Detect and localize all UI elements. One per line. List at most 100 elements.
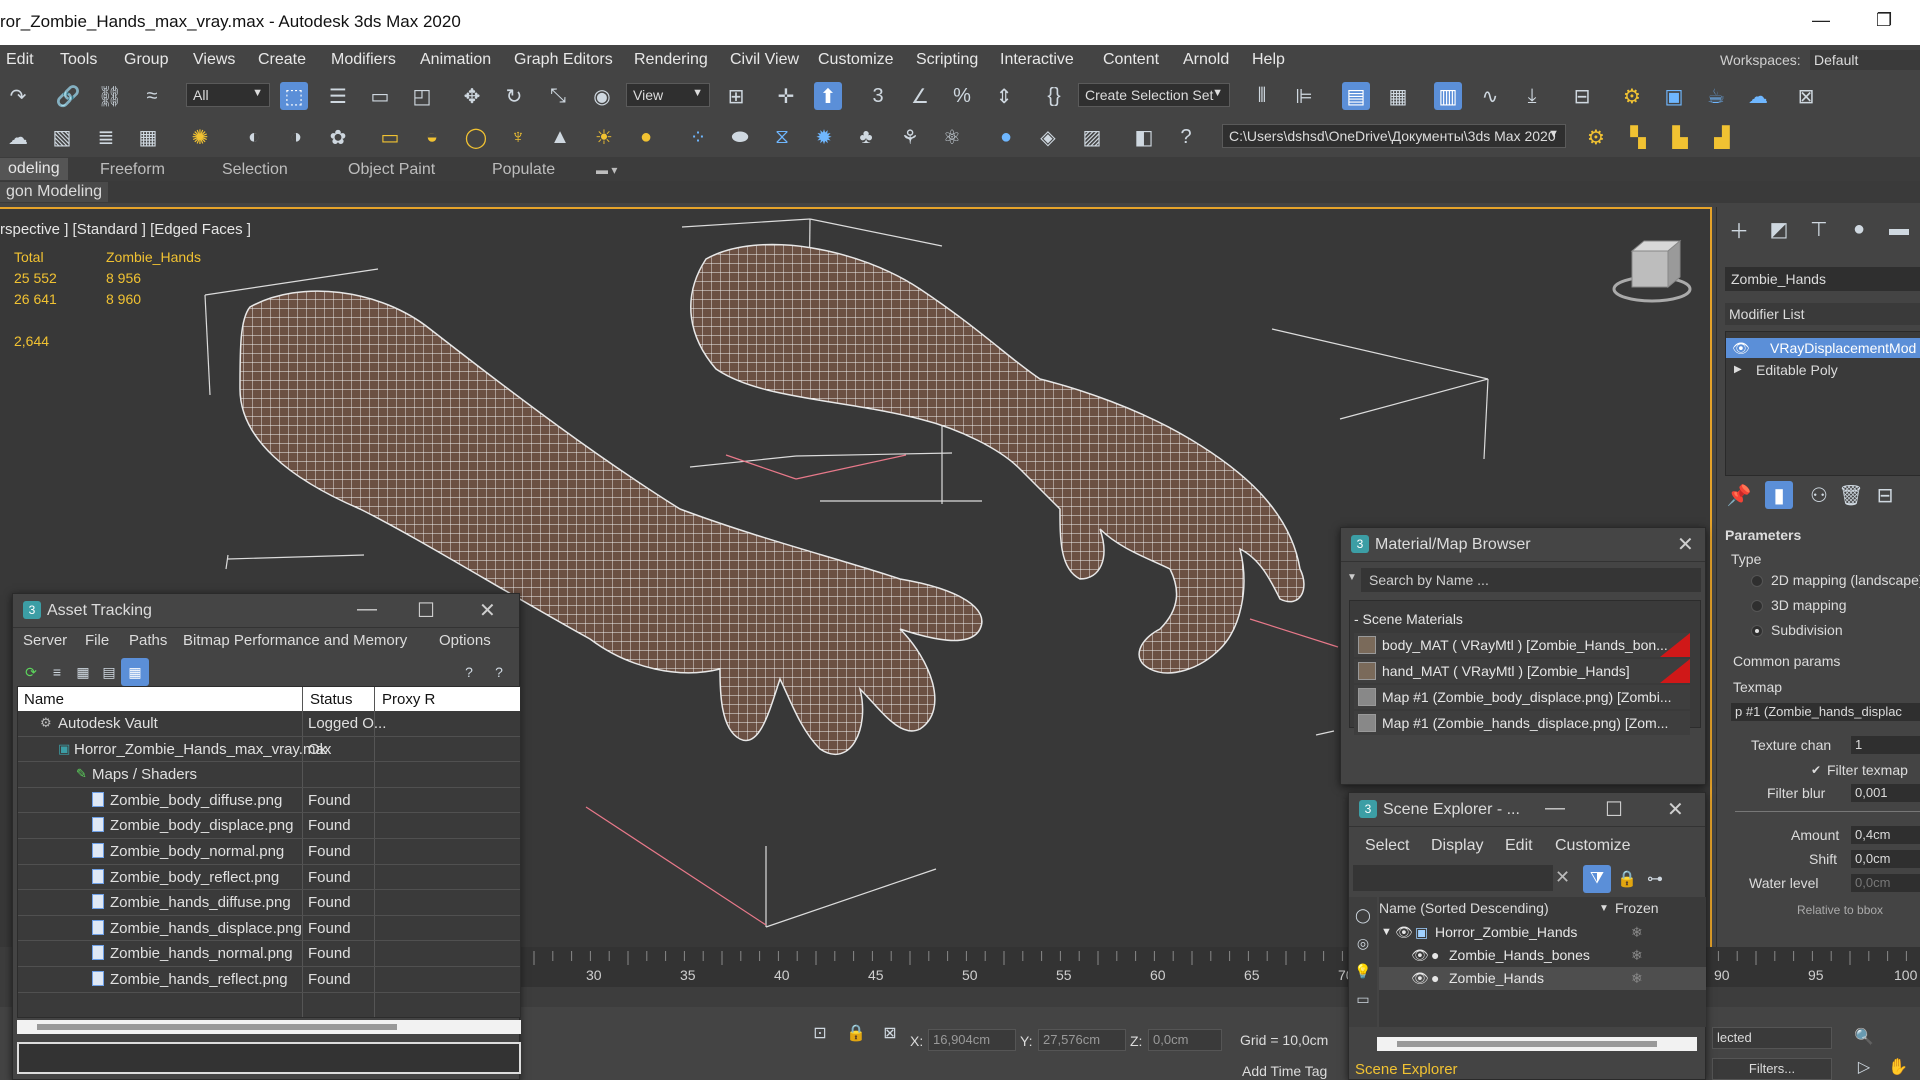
- maximize-icon[interactable]: ☐: [417, 598, 435, 623]
- list-item[interactable]: body_MAT ( VRayMtl ) [Zombie_Hands_bon..…: [1354, 633, 1690, 657]
- lock-icon[interactable]: 🔒: [1613, 865, 1641, 893]
- schematic-view-icon[interactable]: ⊟: [1568, 82, 1596, 110]
- menu-help[interactable]: Help: [1252, 51, 1285, 69]
- remove-modifier-icon[interactable]: 🗑: [1837, 481, 1865, 509]
- menu-customize[interactable]: Customize: [1555, 837, 1631, 855]
- pivot-center-icon[interactable]: ⊞: [722, 82, 750, 110]
- collapse-icon[interactable]: ▼: [1381, 921, 1392, 944]
- tab-selection[interactable]: Selection: [222, 161, 288, 179]
- table-row[interactable]: Zombie_hands_normal.png Found: [18, 941, 520, 967]
- menu-select[interactable]: Select: [1365, 837, 1409, 855]
- sun-icon[interactable]: ☀: [590, 123, 618, 151]
- horizontal-scrollbar[interactable]: [1377, 1037, 1697, 1051]
- menu-modifiers[interactable]: Modifiers: [331, 51, 396, 69]
- eye-icon[interactable]: 👁: [1411, 944, 1429, 967]
- menu-customize[interactable]: Customize: [818, 51, 894, 69]
- display-cameras-icon[interactable]: ▭: [1349, 985, 1377, 1013]
- spinner-snap-icon[interactable]: ⇕: [990, 82, 1018, 110]
- list-view-icon[interactable]: ≡: [43, 658, 71, 686]
- close-icon[interactable]: ✕: [1677, 532, 1694, 557]
- list-item[interactable]: 👁 ● Zombie_Hands ❄: [1379, 967, 1706, 990]
- details-view-icon[interactable]: ▤: [95, 658, 123, 686]
- table-view-icon[interactable]: ▦: [121, 658, 149, 686]
- ambient-light-icon[interactable]: ●: [632, 123, 660, 151]
- hierarchy-tab-icon[interactable]: ⊤: [1805, 215, 1833, 243]
- close-icon[interactable]: ✕: [479, 598, 496, 623]
- thumbnail-view-icon[interactable]: ▦: [69, 658, 97, 686]
- selection-filter-select[interactable]: All ▼: [186, 83, 270, 107]
- menu-rendering[interactable]: Rendering: [634, 51, 708, 69]
- tab-object-paint[interactable]: Object Paint: [348, 161, 435, 179]
- horizontal-scrollbar[interactable]: [17, 1020, 521, 1034]
- texture-chan-field[interactable]: 1: [1851, 736, 1920, 754]
- project-open-icon[interactable]: ▙: [1666, 123, 1694, 151]
- column-status[interactable]: Status: [310, 691, 353, 708]
- workspaces-select[interactable]: Default: [1810, 50, 1920, 70]
- viewport-label[interactable]: rspective ] [Standard ] [Edged Faces ]: [0, 221, 251, 238]
- modify-tab-icon[interactable]: ◩: [1765, 215, 1793, 243]
- play-icon[interactable]: ▷: [1850, 1053, 1878, 1080]
- table-row[interactable]: ✎ Maps / Shaders: [18, 762, 520, 788]
- scale-icon[interactable]: ⤡: [544, 82, 572, 110]
- menu-views[interactable]: Views: [193, 51, 235, 69]
- expand-icon[interactable]: ▶: [1734, 360, 1742, 380]
- table-row[interactable]: Zombie_hands_diffuse.png Found: [18, 890, 520, 916]
- render-setup-icon[interactable]: ⚙: [1618, 82, 1646, 110]
- render-element-icon[interactable]: ✿: [324, 123, 352, 151]
- table-row[interactable]: Zombie_hands_reflect.png Found: [18, 967, 520, 993]
- table-row[interactable]: Zombie_body_normal.png Found: [18, 839, 520, 865]
- shift-field[interactable]: 0,0cm: [1851, 850, 1920, 868]
- pin-stack-icon[interactable]: 📌: [1725, 481, 1753, 509]
- key-filter-select[interactable]: lected: [1712, 1027, 1832, 1049]
- search-options-icon[interactable]: ▼: [1347, 572, 1357, 583]
- eye-icon[interactable]: 👁: [1732, 338, 1750, 358]
- stack-item-vraydisplacementmod[interactable]: 👁 VRayDisplacementMod: [1726, 338, 1920, 358]
- refresh-icon[interactable]: ⟳: [17, 658, 45, 686]
- eye-icon[interactable]: 👁: [1411, 967, 1429, 990]
- create-tab-icon[interactable]: ＋: [1725, 215, 1753, 243]
- amount-field[interactable]: 0,4cm: [1851, 826, 1920, 844]
- table-row[interactable]: Zombie_body_displace.png Found: [18, 813, 520, 839]
- display-lights-icon[interactable]: 💡: [1349, 957, 1377, 985]
- isolate-selection-icon[interactable]: ⊡: [806, 1019, 834, 1047]
- asset-tracking-header[interactable]: 3 Asset Tracking — ☐ ✕: [13, 594, 519, 628]
- motion-tab-icon[interactable]: ●: [1845, 215, 1873, 243]
- list-icon[interactable]: ≣: [92, 123, 120, 151]
- unlink-icon[interactable]: ⛓: [96, 82, 124, 110]
- menu-arnold[interactable]: Arnold: [1183, 51, 1229, 69]
- layer-explorer-icon[interactable]: ▦: [1384, 82, 1412, 110]
- column-proxy[interactable]: Proxy R: [382, 691, 435, 708]
- place-icon[interactable]: ◉: [588, 82, 616, 110]
- material-search-input[interactable]: Search by Name ...: [1361, 568, 1701, 592]
- menu-civil-view[interactable]: Civil View: [730, 51, 799, 69]
- menu-options[interactable]: Options: [439, 632, 491, 649]
- eye-icon[interactable]: 👁: [1395, 921, 1413, 944]
- keyboard-shortcut-override-icon[interactable]: ⬆: [814, 82, 842, 110]
- minimize-icon[interactable]: —: [357, 598, 377, 621]
- filter-icon[interactable]: ⧩: [1583, 865, 1611, 893]
- fur-brush-icon[interactable]: ⚘: [896, 123, 924, 151]
- menu-create[interactable]: Create: [258, 51, 306, 69]
- rendered-frame-window-icon[interactable]: ▣: [1660, 82, 1688, 110]
- column-name[interactable]: Name: [24, 691, 64, 708]
- column-frozen[interactable]: Frozen: [1615, 897, 1659, 920]
- sphere-light-icon[interactable]: ◯: [462, 123, 490, 151]
- radio-subdivision[interactable]: [1751, 625, 1763, 637]
- ribbon-options-icon[interactable]: ▬ ▾: [596, 163, 617, 177]
- asset-library-icon[interactable]: ⊠: [1792, 82, 1820, 110]
- freeze-icon[interactable]: ❄: [1631, 967, 1643, 990]
- menu-content[interactable]: Content: [1103, 51, 1159, 69]
- texmap-button[interactable]: p #1 (Zombie_hands_displac: [1731, 703, 1920, 721]
- pan-icon[interactable]: ✋: [1884, 1053, 1912, 1080]
- cone-icon[interactable]: ▲: [546, 123, 574, 151]
- tab-freeform[interactable]: Freeform: [100, 161, 165, 179]
- percent-snap-icon[interactable]: %: [948, 82, 976, 110]
- list-item[interactable]: Map #1 (Zombie_hands_displace.png) [Zom.…: [1354, 711, 1690, 735]
- menu-bitmap-performance[interactable]: Bitmap Performance and Memory: [183, 632, 407, 649]
- pill-icon[interactable]: ⬬: [726, 123, 754, 151]
- sphere-half-icon[interactable]: ◑: [282, 123, 310, 151]
- minimize-icon[interactable]: —: [1812, 10, 1830, 31]
- table-row[interactable]: Zombie_body_reflect.png Found: [18, 865, 520, 891]
- configure-modifier-sets-icon[interactable]: ⊟: [1871, 481, 1899, 509]
- menu-paths[interactable]: Paths: [129, 632, 167, 649]
